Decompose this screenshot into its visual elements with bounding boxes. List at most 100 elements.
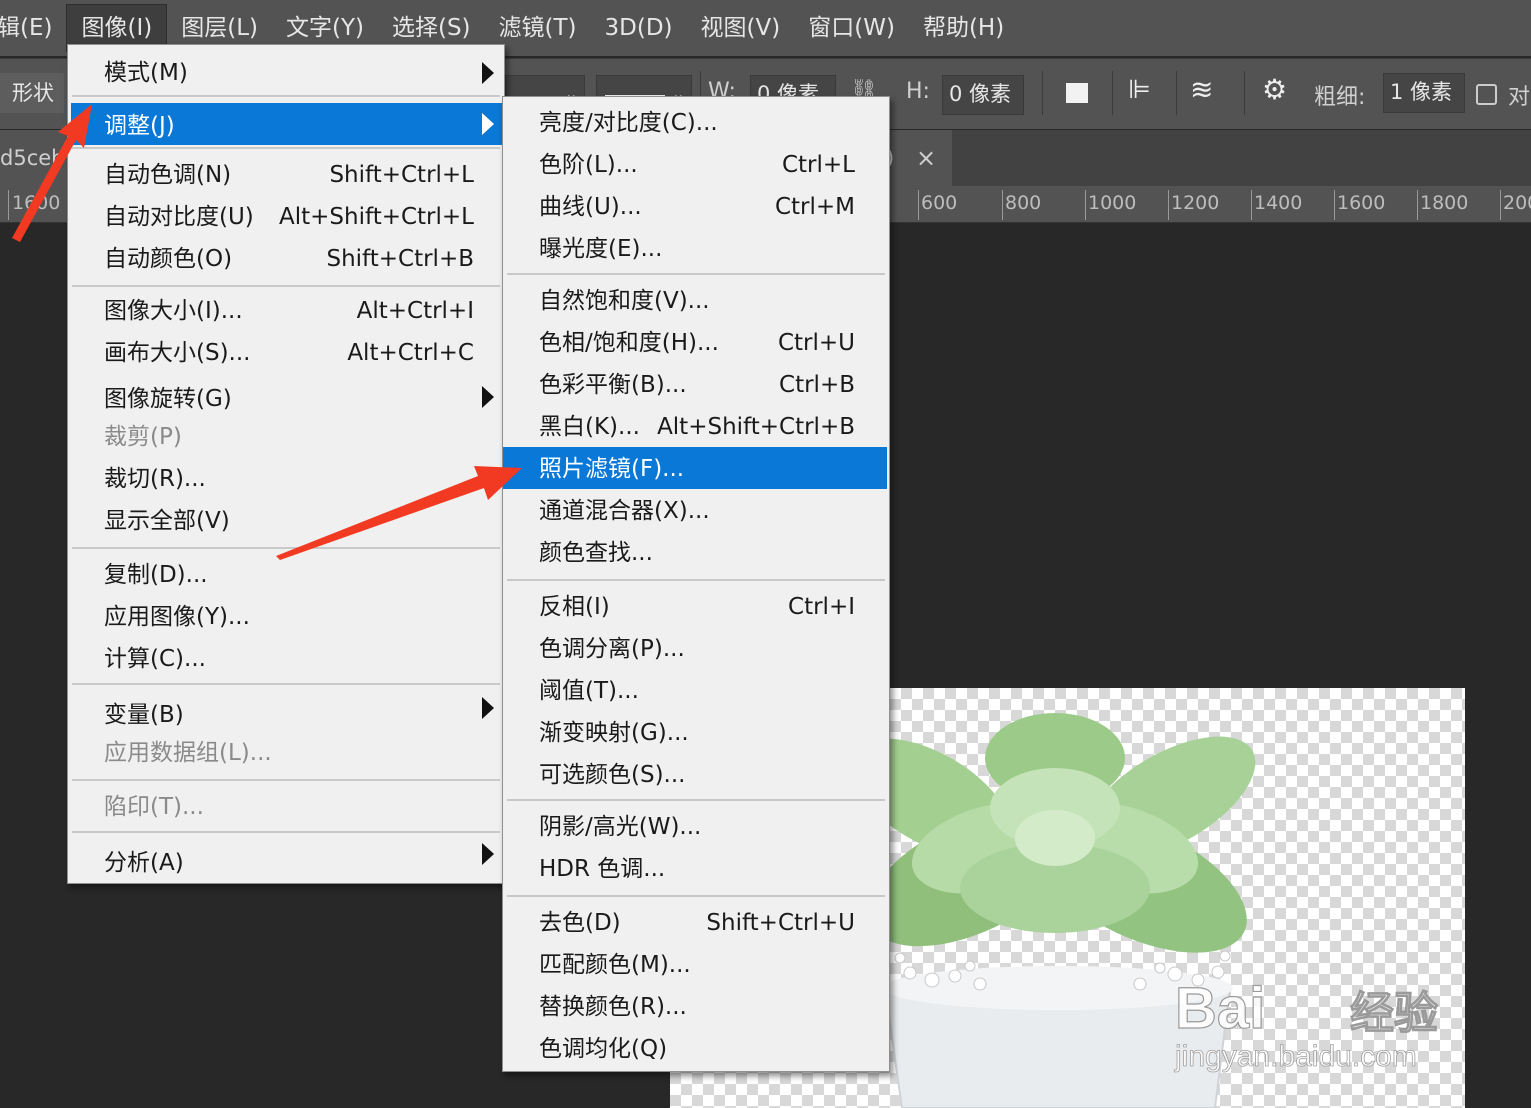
menu-item-gradient-map[interactable]: 渐变映射(G)... <box>503 713 889 753</box>
menu-item-canvas-size[interactable]: 画布大小(S)... Alt+Ctrl+C <box>68 333 504 373</box>
menu-item-replace-color[interactable]: 替换颜色(R)... <box>503 987 889 1027</box>
menu-item-label: 反相(I) <box>539 594 610 620</box>
align-edges-checkbox[interactable] <box>1476 84 1497 105</box>
menu-item-invert[interactable]: 反相(I) Ctrl+I <box>503 587 889 627</box>
path-operations-icon[interactable] <box>1066 83 1088 103</box>
path-arrangement-icon[interactable]: ≋ <box>1190 73 1213 106</box>
menu-item-duplicate[interactable]: 复制(D)... <box>68 555 504 595</box>
adjustments-submenu: 亮度/对比度(C)... 色阶(L)... Ctrl+L 曲线(U)... Ct… <box>502 96 890 1072</box>
ruler-label: 1000 <box>1088 192 1137 214</box>
menu-separator <box>72 147 500 149</box>
ruler-tick <box>918 190 919 220</box>
menu-item-auto-tone[interactable]: 自动色调(N) Shift+Ctrl+L <box>68 155 504 195</box>
ruler-tick <box>8 190 9 220</box>
rosette <box>848 713 1256 953</box>
menu-item-label: 阈值(T)... <box>539 678 639 704</box>
image-menu: 模式(M) 调整(J) 自动色调(N) Shift+Ctrl+L 自动对比度(U… <box>67 44 505 884</box>
menu-item-hdr-toning[interactable]: HDR 色调... <box>503 849 889 889</box>
height-input[interactable]: 0 像素 <box>942 75 1024 115</box>
menu-item-color-balance[interactable]: 色彩平衡(B)... Ctrl+B <box>503 365 889 405</box>
menu-item-posterize[interactable]: 色调分离(P)... <box>503 629 889 669</box>
menu-separator <box>72 683 500 685</box>
document-tab-active[interactable]: ) × <box>880 130 952 186</box>
menu-item-label: 亮度/对比度(C)... <box>539 110 718 136</box>
menu-item-label: 替换颜色(R)... <box>539 994 687 1020</box>
menu-item-label: 匹配颜色(M)... <box>539 952 691 978</box>
menu-edit[interactable]: 辑(E) <box>0 5 66 51</box>
menu-item-color-lookup[interactable]: 颜色查找... <box>503 533 889 573</box>
document-tab[interactable]: d5ceb <box>0 130 70 186</box>
menu-item-label: 变量(B) <box>104 702 184 728</box>
menu-help[interactable]: 帮助(H) <box>909 5 1018 51</box>
close-icon[interactable]: × <box>916 130 936 186</box>
menu-item-shortcut: Shift+Ctrl+B <box>326 246 474 272</box>
menu-item-trim[interactable]: 裁切(R)... <box>68 459 504 499</box>
menu-item-label: 通道混合器(X)... <box>539 498 710 524</box>
menu-separator <box>507 579 885 581</box>
menu-item-label: 可选颜色(S)... <box>539 762 686 788</box>
menu-item-desaturate[interactable]: 去色(D) Shift+Ctrl+U <box>503 903 889 943</box>
stroke-width-input[interactable]: 1 像素 <box>1383 73 1465 113</box>
menu-separator <box>72 95 500 97</box>
menu-item-adjustments[interactable]: 调整(J) <box>71 103 504 145</box>
menu-item-image-rotation[interactable]: 图像旋转(G) <box>68 379 504 419</box>
menu-item-hue-saturation[interactable]: 色相/饱和度(H)... Ctrl+U <box>503 323 889 363</box>
menu-item-label: 色彩平衡(B)... <box>539 372 687 398</box>
menu-3d[interactable]: 3D(D) <box>591 5 687 51</box>
menu-item-apply-data-set: 应用数据组(L)... <box>68 733 504 773</box>
menu-item-match-color[interactable]: 匹配颜色(M)... <box>503 945 889 985</box>
menu-item-levels[interactable]: 色阶(L)... Ctrl+L <box>503 145 889 185</box>
submenu-arrow-icon <box>482 62 494 84</box>
menu-item-label: 自然饱和度(V)... <box>539 288 710 314</box>
menu-item-threshold[interactable]: 阈值(T)... <box>503 671 889 711</box>
menu-item-label: 自动色调(N) <box>104 162 232 188</box>
menu-separator <box>507 895 885 897</box>
menu-item-black-white[interactable]: 黑白(K)... Alt+Shift+Ctrl+B <box>503 407 889 447</box>
menu-item-photo-filter[interactable]: 照片滤镜(F)... <box>503 447 887 489</box>
menu-item-label: 色相/饱和度(H)... <box>539 330 719 356</box>
menu-item-shortcut: Ctrl+I <box>788 594 855 620</box>
menu-item-analysis[interactable]: 分析(A) <box>68 843 504 883</box>
ruler-tick <box>1417 190 1418 220</box>
menu-separator <box>72 831 500 833</box>
menu-window[interactable]: 窗口(W) <box>794 5 909 51</box>
menu-item-vibrance[interactable]: 自然饱和度(V)... <box>503 281 889 321</box>
gear-icon[interactable]: ⚙ <box>1262 73 1287 106</box>
menu-item-apply-image[interactable]: 应用图像(Y)... <box>68 597 504 637</box>
menu-item-auto-contrast[interactable]: 自动对比度(U) Alt+Shift+Ctrl+L <box>68 197 504 237</box>
menu-item-image-size[interactable]: 图像大小(I)... Alt+Ctrl+I <box>68 291 504 331</box>
menu-item-auto-color[interactable]: 自动颜色(O) Shift+Ctrl+B <box>68 239 504 279</box>
menu-item-reveal-all[interactable]: 显示全部(V) <box>68 501 504 541</box>
path-alignment-icon[interactable]: ⊫ <box>1128 75 1151 105</box>
menu-item-shortcut: Alt+Shift+Ctrl+L <box>279 204 474 230</box>
ruler-tick <box>1251 190 1252 220</box>
menu-item-exposure[interactable]: 曝光度(E)... <box>503 229 889 269</box>
ruler-tick <box>1334 190 1335 220</box>
menu-item-brightness-contrast[interactable]: 亮度/对比度(C)... <box>503 103 889 143</box>
menu-item-curves[interactable]: 曲线(U)... Ctrl+M <box>503 187 889 227</box>
menu-item-shadows-highlights[interactable]: 阴影/高光(W)... <box>503 807 889 847</box>
menu-item-label: 画布大小(S)... <box>104 340 251 366</box>
menu-item-shortcut: Ctrl+L <box>781 152 855 178</box>
menu-item-calculations[interactable]: 计算(C)... <box>68 639 504 679</box>
ruler-label: 1600 <box>1337 192 1386 214</box>
menu-item-label: 显示全部(V) <box>104 508 230 534</box>
document-tab-title: d5ceb <box>0 146 65 170</box>
menu-item-mode[interactable]: 模式(M) <box>68 53 504 93</box>
menu-item-variables[interactable]: 变量(B) <box>68 695 504 735</box>
watermark-brand: Bai <box>1175 976 1265 1041</box>
menu-item-shortcut: Alt+Shift+Ctrl+B <box>657 414 855 440</box>
menu-item-label: 曲线(U)... <box>539 194 642 220</box>
menu-view[interactable]: 视图(V) <box>687 5 795 51</box>
menu-item-selective-color[interactable]: 可选颜色(S)... <box>503 755 889 795</box>
divider <box>1042 71 1043 115</box>
stroke-width-label: 粗细: <box>1314 85 1366 110</box>
menu-item-channel-mixer[interactable]: 通道混合器(X)... <box>503 491 889 531</box>
menu-item-equalize[interactable]: 色调均化(Q) <box>503 1029 889 1069</box>
menu-item-label: 渐变映射(G)... <box>539 720 689 746</box>
menu-item-label: 颜色查找... <box>539 540 653 566</box>
menu-item-label: 自动对比度(U) <box>104 204 254 230</box>
menu-item-shortcut: Ctrl+M <box>774 194 855 220</box>
menu-separator <box>72 779 500 781</box>
shape-mode-dropdown[interactable]: 形状 <box>0 73 64 113</box>
